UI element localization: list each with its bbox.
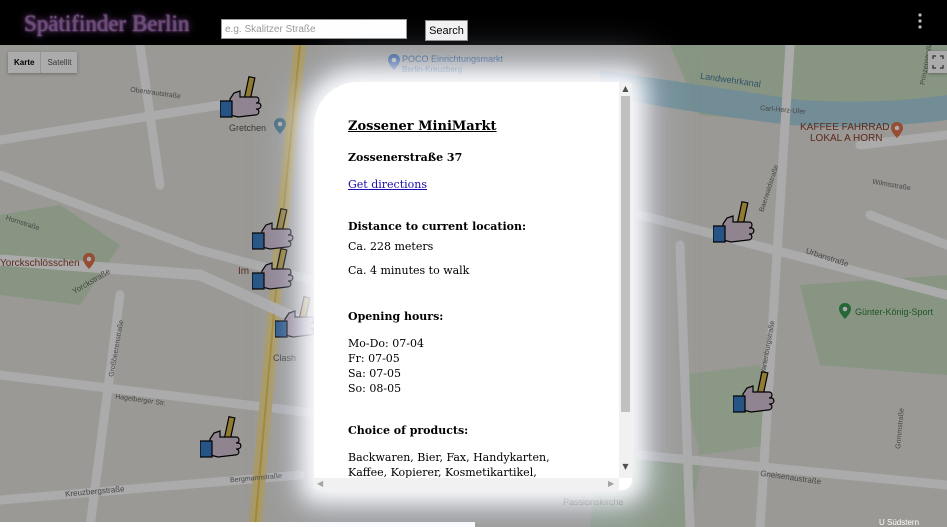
kebab-menu-icon[interactable]: [917, 12, 923, 30]
vertical-scrollbar[interactable]: ▲ ▼: [619, 82, 632, 478]
get-directions-link[interactable]: Get directions: [348, 178, 427, 191]
search-button[interactable]: Search: [425, 20, 468, 41]
scroll-left-icon[interactable]: ◀: [317, 478, 323, 490]
app-title: Spätifinder Berlin: [24, 11, 190, 36]
bottom-strip: [0, 522, 475, 527]
opening-hours-list: Mo-Do: 07-04 Fr: 07-05 Sa: 07-05 So: 08-…: [348, 336, 424, 396]
scroll-up-icon[interactable]: ▲: [619, 84, 632, 94]
shop-info-content[interactable]: Zossener MiniMarkt Zossenerstraße 37 Get…: [348, 82, 608, 478]
scroll-right-icon[interactable]: ▶: [608, 478, 614, 490]
opening-hours-row: So: 08-05: [348, 382, 402, 395]
scroll-down-icon[interactable]: ▼: [619, 462, 632, 472]
opening-hours-heading: Opening hours:: [348, 310, 444, 323]
scrollbar-thumb[interactable]: [621, 96, 630, 412]
distance-heading: Distance to current location:: [348, 220, 527, 233]
products-list: Backwaren, Bier, Fax, Handykarten, Kaffe…: [348, 451, 550, 478]
opening-hours-row: Mo-Do: 07-04: [348, 337, 424, 350]
shop-address: Zossenerstraße 37: [348, 151, 463, 164]
map-station-label: U Südstern: [879, 518, 920, 527]
search-input[interactable]: [221, 19, 407, 39]
products-heading: Choice of products:: [348, 424, 469, 437]
distance-meters: Ca. 228 meters: [348, 240, 434, 253]
opening-hours-row: Sa: 07-05: [348, 367, 402, 380]
horizontal-scrollbar[interactable]: ◀ ▶: [314, 478, 619, 490]
app-header: Spätifinder Berlin Search: [0, 0, 947, 45]
shop-name: Zossener MiniMarkt: [348, 119, 497, 134]
distance-walk-time: Ca. 4 minutes to walk: [348, 264, 470, 277]
opening-hours-row: Fr: 07-05: [348, 352, 400, 365]
shop-info-modal: Zossener MiniMarkt Zossenerstraße 37 Get…: [314, 82, 632, 490]
